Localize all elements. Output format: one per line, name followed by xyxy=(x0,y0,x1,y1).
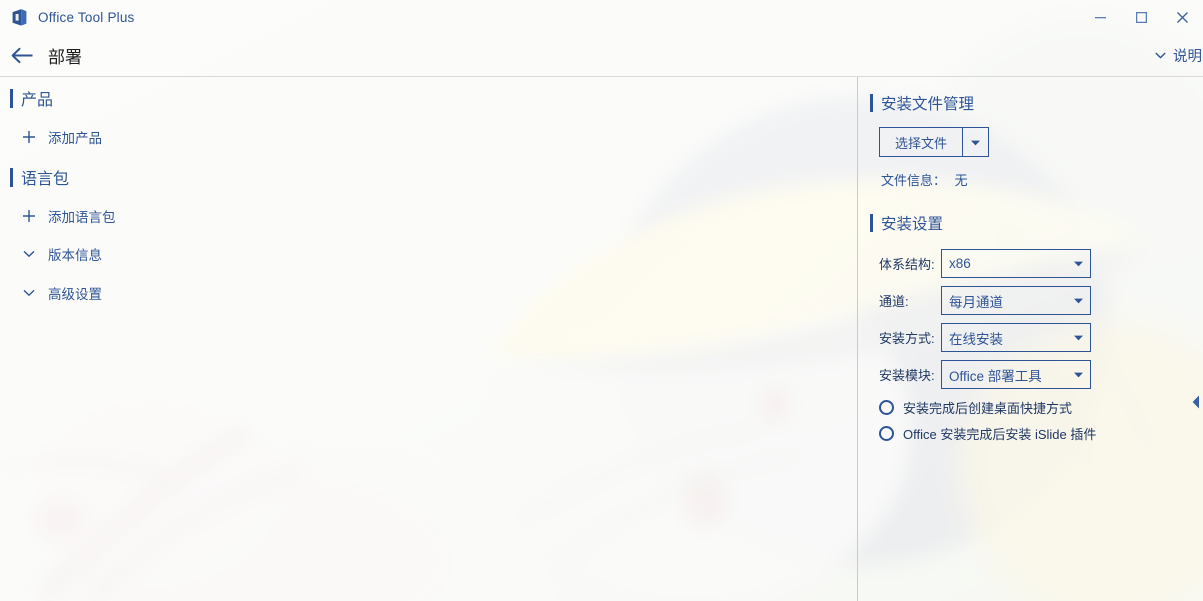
choose-file-dropdown-button[interactable] xyxy=(963,127,989,157)
section-accent-bar xyxy=(10,167,13,187)
advanced-settings-row[interactable]: 高级设置 xyxy=(0,280,857,306)
right-pane: 安装文件管理 选择文件 文件信息： 无 安装设置 体系结构: x86 通道: 每… xyxy=(858,77,1203,601)
section-title-file-management: 安装文件管理 xyxy=(881,96,975,113)
radio-icon xyxy=(879,399,894,415)
channel-value: 每月通道 xyxy=(949,294,1003,310)
install-module-select[interactable]: Office 部署工具 xyxy=(941,360,1091,389)
channel-label: 通道: xyxy=(879,294,909,309)
section-accent-bar xyxy=(870,214,873,232)
architecture-value: x86 xyxy=(949,256,971,271)
app-title: Office Tool Plus xyxy=(38,9,135,25)
file-info-value: 无 xyxy=(954,173,968,188)
version-info-label: 版本信息 xyxy=(48,248,102,263)
back-arrow-icon[interactable] xyxy=(7,41,37,69)
install-module-value: Office 部署工具 xyxy=(949,368,1042,384)
choose-file-split-button: 选择文件 xyxy=(879,127,989,157)
install-islide-option[interactable]: Office 安装完成后安装 iSlide 插件 xyxy=(879,421,1203,445)
office-logo-icon xyxy=(9,7,29,27)
help-menu[interactable]: 说明 xyxy=(1155,45,1203,66)
left-pane: 产品 添加产品 语言包 添加语言包 版本信息 高级设置 xyxy=(0,77,857,601)
caret-down-icon xyxy=(971,133,980,151)
section-title-products: 产品 xyxy=(21,92,54,109)
create-desktop-shortcut-option[interactable]: 安装完成后创建桌面快捷方式 xyxy=(879,395,1203,419)
close-button[interactable] xyxy=(1162,0,1203,34)
channel-row: 通道: 每月通道 xyxy=(879,285,1203,316)
install-method-label: 安装方式: xyxy=(879,331,935,346)
section-title-install-settings: 安装设置 xyxy=(881,216,944,233)
chevron-down-icon xyxy=(1155,52,1166,59)
install-islide-label: Office 安装完成后安装 iSlide 插件 xyxy=(903,426,1097,442)
advanced-settings-label: 高级设置 xyxy=(48,287,102,302)
file-info: 文件信息： 无 xyxy=(881,170,1203,189)
version-info-row[interactable]: 版本信息 xyxy=(0,241,857,267)
choose-file-button[interactable]: 选择文件 xyxy=(879,127,963,157)
minimize-button[interactable] xyxy=(1080,0,1121,34)
choose-file-label: 选择文件 xyxy=(894,135,947,151)
application-window: Office Tool Plus 部署 说明 产品 添加产品 语言包 添加语言包… xyxy=(0,0,1203,601)
architecture-label: 体系结构: xyxy=(879,257,935,272)
architecture-row: 体系结构: x86 xyxy=(879,248,1203,279)
section-accent-bar xyxy=(10,88,13,108)
install-method-select[interactable]: 在线安装 xyxy=(941,323,1091,352)
architecture-select[interactable]: x86 xyxy=(941,249,1091,278)
plus-icon xyxy=(22,209,36,223)
title-bar: Office Tool Plus xyxy=(0,0,1203,34)
caret-down-icon xyxy=(1074,324,1083,351)
chevron-down-icon xyxy=(22,247,36,261)
chevron-down-icon xyxy=(22,286,36,300)
page-title: 部署 xyxy=(48,47,82,67)
section-header-install-settings: 安装设置 xyxy=(870,212,1203,234)
page-header: 部署 说明 xyxy=(0,34,1203,77)
install-module-row: 安装模块: Office 部署工具 xyxy=(879,359,1203,390)
install-module-label: 安装模块: xyxy=(879,368,935,383)
section-header-file-management: 安装文件管理 xyxy=(870,92,1203,114)
plus-icon xyxy=(22,130,36,144)
section-header-products: 产品 xyxy=(10,86,857,110)
add-language-pack-row[interactable]: 添加语言包 xyxy=(0,203,857,229)
section-accent-bar xyxy=(870,94,873,112)
header-right-area: 说明 xyxy=(1155,34,1203,77)
add-product-label: 添加产品 xyxy=(48,131,102,146)
file-info-label: 文件信息： xyxy=(881,173,947,188)
maximize-button[interactable] xyxy=(1121,0,1162,34)
create-desktop-shortcut-label: 安装完成后创建桌面快捷方式 xyxy=(903,400,1073,416)
help-menu-label: 说明 xyxy=(1173,49,1202,65)
add-product-row[interactable]: 添加产品 xyxy=(0,124,857,150)
install-method-value: 在线安装 xyxy=(949,331,1003,347)
radio-icon xyxy=(879,425,894,441)
caret-down-icon xyxy=(1074,361,1083,388)
channel-select[interactable]: 每月通道 xyxy=(941,286,1091,315)
window-controls xyxy=(1080,0,1203,34)
caret-down-icon xyxy=(1074,287,1083,314)
caret-down-icon xyxy=(1074,250,1083,277)
section-title-language-packs: 语言包 xyxy=(21,171,70,188)
collapse-left-arrow-icon[interactable] xyxy=(1189,389,1203,415)
section-header-language-packs: 语言包 xyxy=(10,165,857,189)
install-method-row: 安装方式: 在线安装 xyxy=(879,322,1203,353)
add-language-pack-label: 添加语言包 xyxy=(48,210,116,225)
